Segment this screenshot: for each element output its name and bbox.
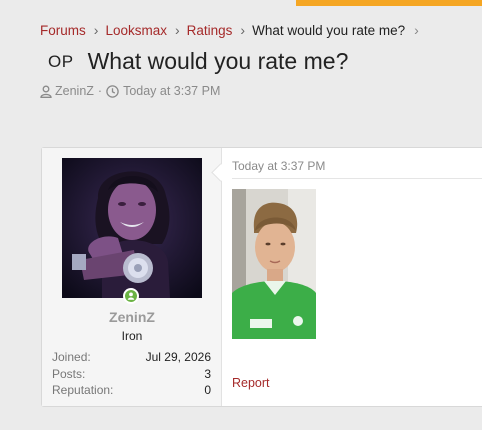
thread-meta: ZeninZ · Today at 3:37 PM: [40, 84, 220, 98]
chevron-right-icon: ›: [240, 22, 246, 38]
stat-row-reputation: Reputation: 0: [52, 382, 211, 399]
avatar[interactable]: [62, 158, 202, 298]
thread-title-row: OP What would you rate me?: [48, 48, 348, 75]
post-divider: [232, 178, 482, 179]
chevron-right-icon: ›: [174, 22, 180, 38]
meta-separator: ·: [97, 84, 103, 98]
top-accent-bar: [296, 0, 482, 6]
post-content: Today at 3:37 PM Report: [222, 148, 482, 406]
stat-row-posts: Posts: 3: [52, 366, 211, 383]
breadcrumb-forums[interactable]: Forums: [40, 23, 86, 38]
stat-label: Posts:: [52, 366, 86, 381]
stat-row-joined: Joined: Jul 29, 2026: [52, 349, 211, 366]
user-info-column: ZeninZ Iron Joined: Jul 29, 2026 Posts: …: [42, 148, 222, 406]
thread-author[interactable]: ZeninZ: [55, 84, 94, 98]
post-card: ZeninZ Iron Joined: Jul 29, 2026 Posts: …: [41, 147, 482, 407]
post-time[interactable]: Today at 3:37 PM: [232, 159, 325, 173]
report-link[interactable]: Report: [232, 376, 270, 390]
breadcrumb-current[interactable]: What would you rate me?: [252, 23, 405, 38]
stat-label: Reputation:: [52, 383, 114, 397]
user-icon: [40, 85, 52, 98]
page-title: What would you rate me?: [87, 48, 349, 74]
chevron-right-icon: ›: [414, 22, 419, 38]
attached-photo[interactable]: [232, 189, 316, 339]
breadcrumb-looksmax[interactable]: Looksmax: [105, 23, 167, 38]
breadcrumb: Forums › Looksmax › Ratings › What would you r…: [40, 22, 426, 38]
clock-icon: [106, 84, 119, 98]
breadcrumb-ratings[interactable]: Ratings: [187, 23, 233, 38]
thread-time[interactable]: Today at 3:37 PM: [123, 84, 220, 98]
user-stats: Joined: Jul 29, 2026 Posts: 3 Reputation…: [52, 349, 211, 399]
stat-value: 3: [204, 366, 211, 381]
stat-value: 0: [204, 383, 211, 397]
chevron-right-icon: ›: [93, 22, 99, 38]
user-title: Iron: [121, 329, 143, 343]
online-status-icon: [123, 288, 139, 304]
username[interactable]: ZeninZ: [42, 309, 222, 325]
stat-label: Joined:: [52, 350, 91, 364]
op-badge: OP: [48, 51, 74, 71]
stat-value: Jul 29, 2026: [145, 350, 211, 364]
